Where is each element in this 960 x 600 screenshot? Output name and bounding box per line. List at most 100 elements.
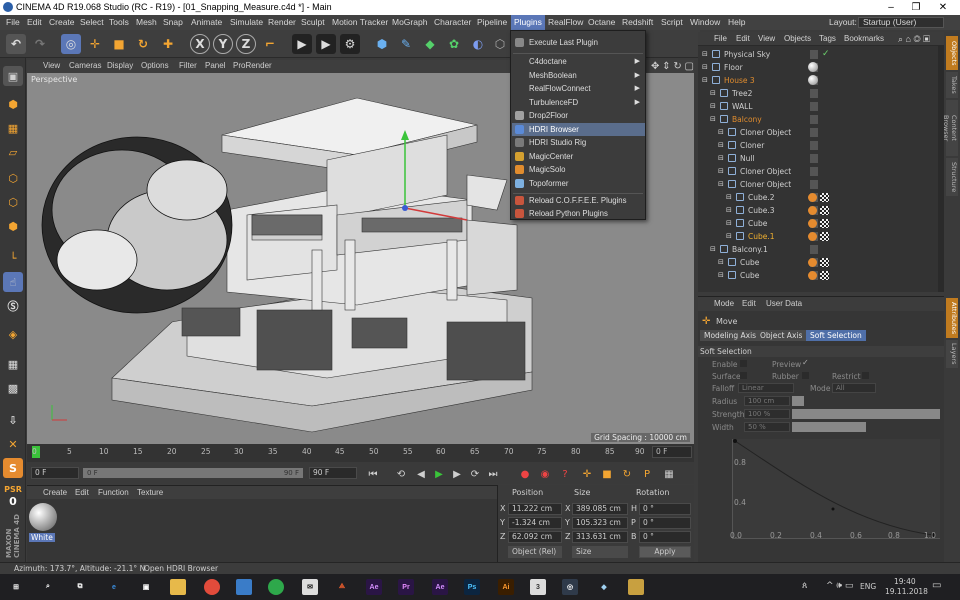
object-row[interactable]: ⊟ Balcony.1 <box>698 243 938 256</box>
falloff-select[interactable]: Linear <box>738 383 794 393</box>
material-menu-edit[interactable]: Edit <box>75 488 89 497</box>
menu-item-meshboolean[interactable]: MeshBoolean ▶ <box>512 69 645 82</box>
material-menu-create[interactable]: Create <box>43 488 67 497</box>
param-key-icon[interactable]: P <box>639 466 655 482</box>
object-row[interactable]: ⊟ Cube.1 <box>698 230 938 243</box>
menu-item-hdri-studio-rig[interactable]: HDRI Studio Rig <box>512 136 645 149</box>
visibility-toggle[interactable] <box>810 154 818 163</box>
visibility-toggle[interactable] <box>810 141 818 150</box>
object-row[interactable]: ⊟ Cloner Object <box>698 178 938 191</box>
side-tab-objects[interactable]: Objects <box>946 36 958 70</box>
menu-item-execute-last-plugin[interactable]: Execute Last Plugin <box>512 36 645 49</box>
clock-time[interactable]: 19:40 <box>894 577 916 586</box>
x-axis-button[interactable]: X <box>190 34 210 54</box>
material-ball-white[interactable] <box>29 503 57 531</box>
expand-toggle-icon[interactable]: ⊟ <box>718 269 724 282</box>
menu-item-magicsolo[interactable]: MagicSolo <box>512 163 645 176</box>
restrict-checkbox[interactable] <box>862 372 869 379</box>
render-settings-icon[interactable]: ⚙ <box>340 34 360 54</box>
expand-toggle-icon[interactable]: ⊟ <box>726 204 732 217</box>
solo-icon[interactable]: ✕ <box>3 434 23 454</box>
am-menu-mode[interactable]: Mode <box>714 299 734 308</box>
render-picture-viewer-icon[interactable]: ▶ <box>316 34 336 54</box>
mode-select[interactable]: All <box>832 383 876 393</box>
go-to-start-icon[interactable]: ⏮ <box>365 466 381 482</box>
pos-z-field[interactable]: 62.092 cm <box>508 531 562 543</box>
side-tab-structure[interactable]: Structure <box>946 158 958 196</box>
rubber-checkbox[interactable] <box>802 372 809 379</box>
chrome-icon[interactable] <box>204 579 220 595</box>
object-name[interactable]: Cloner Object <box>740 126 791 139</box>
enable-checkbox[interactable] <box>740 360 747 367</box>
make-editable-icon[interactable]: ▣ <box>3 66 23 86</box>
menu-item-realflowconnect[interactable]: RealFlowConnect ▶ <box>512 82 645 95</box>
om-menu-edit[interactable]: Edit <box>736 34 750 43</box>
rotate-tool-icon[interactable]: ↻ <box>133 34 153 54</box>
object-row[interactable]: ⊟ Cube <box>698 269 938 282</box>
menu-motion-tracker[interactable]: Motion Tracker <box>332 17 388 27</box>
pos-x-field[interactable]: 11.222 cm <box>508 503 562 515</box>
windows-start-icon[interactable]: ⊞ <box>8 579 24 595</box>
om-menu-file[interactable]: File <box>714 34 727 43</box>
menu-window[interactable]: Window <box>690 17 720 27</box>
visibility-toggle[interactable] <box>810 128 818 137</box>
snap-icon[interactable]: Ⓢ <box>3 296 23 316</box>
file-explorer-icon[interactable] <box>170 579 186 595</box>
previous-key-icon[interactable]: ⟲ <box>393 466 409 482</box>
width-slider[interactable] <box>792 422 866 432</box>
layout-select[interactable]: Startup (User) <box>858 17 944 28</box>
object-row[interactable]: ⊟ Cube.2 <box>698 191 938 204</box>
coordinate-system-icon[interactable]: ⌐ <box>260 34 280 54</box>
phong-tag-icon[interactable] <box>808 258 817 267</box>
object-row[interactable]: ⊟ Null <box>698 152 938 165</box>
visibility-toggle[interactable] <box>810 115 818 124</box>
om-menu-tags[interactable]: Tags <box>819 34 836 43</box>
width-field[interactable]: 50 % <box>744 422 790 432</box>
rotation-key-icon[interactable]: ↻ <box>619 466 635 482</box>
app-icon[interactable]: 3 <box>530 579 546 595</box>
enabled-check-icon[interactable]: ✓ <box>822 48 830 61</box>
size-x-field[interactable]: 389.085 cm <box>572 503 628 515</box>
scale-tool-icon[interactable]: ■ <box>109 34 129 54</box>
app-icon[interactable] <box>628 579 644 595</box>
menu-item-reload-python[interactable]: Reload Python Plugins <box>512 207 645 220</box>
object-row[interactable]: ⊟ Floor <box>698 61 938 74</box>
visibility-toggle[interactable] <box>810 167 818 176</box>
axis-mode-icon[interactable]: └ <box>3 248 23 268</box>
rot-h-field[interactable]: 0 ° <box>639 503 691 515</box>
pos-y-field[interactable]: -1.324 cm <box>508 517 562 529</box>
deformer-icon[interactable]: ◐ <box>468 34 488 54</box>
menu-item-turbulencefd[interactable]: TurbulenceFD ▶ <box>512 96 645 109</box>
cinema4d-taskbar-icon[interactable]: ◎ <box>562 579 578 595</box>
locked-workplane-icon[interactable]: ▩ <box>3 378 23 398</box>
visibility-toggle[interactable] <box>810 180 818 189</box>
expand-toggle-icon[interactable]: ⊟ <box>726 191 732 204</box>
radius-field[interactable]: 100 cm <box>744 396 790 406</box>
end-frame-field[interactable]: 90 F <box>309 467 357 479</box>
expand-toggle-icon[interactable]: ⊟ <box>726 230 732 243</box>
om-search-icon[interactable]: ⌕ ⌂ ◎ ▣ <box>898 34 930 45</box>
menu-character[interactable]: Character <box>434 17 471 27</box>
object-name[interactable]: Balcony <box>732 113 762 126</box>
expand-toggle-icon[interactable]: ⊟ <box>718 178 724 191</box>
model-mode-icon[interactable]: ⬢ <box>3 94 23 114</box>
radius-slider[interactable] <box>792 396 804 406</box>
illustrator-icon[interactable]: Ai <box>498 579 514 595</box>
strength-field[interactable]: 100 % <box>744 409 790 419</box>
object-name[interactable]: Balcony.1 <box>732 243 768 256</box>
y-axis-button[interactable]: Y <box>213 34 233 54</box>
phong-tag-icon[interactable] <box>808 219 817 228</box>
object-row[interactable]: ⊟ Cloner Object <box>698 165 938 178</box>
side-tab-takes[interactable]: Takes <box>946 72 958 98</box>
expand-toggle-icon[interactable]: ⊟ <box>718 139 724 152</box>
object-row[interactable]: ⊟ Tree2 <box>698 87 938 100</box>
polygons-mode-icon[interactable]: ⬢ <box>3 216 23 236</box>
import-icon[interactable]: ⇩ <box>3 410 23 430</box>
sculpt-s-icon[interactable]: S <box>3 458 23 478</box>
object-name[interactable]: Cube <box>740 269 759 282</box>
position-key-icon[interactable]: ✛ <box>579 466 595 482</box>
app-icon[interactable]: ⟁ <box>334 579 350 595</box>
visibility-toggle[interactable] <box>810 50 818 59</box>
expand-toggle-icon[interactable]: ⊟ <box>710 100 716 113</box>
object-name[interactable]: Cloner <box>740 139 764 152</box>
